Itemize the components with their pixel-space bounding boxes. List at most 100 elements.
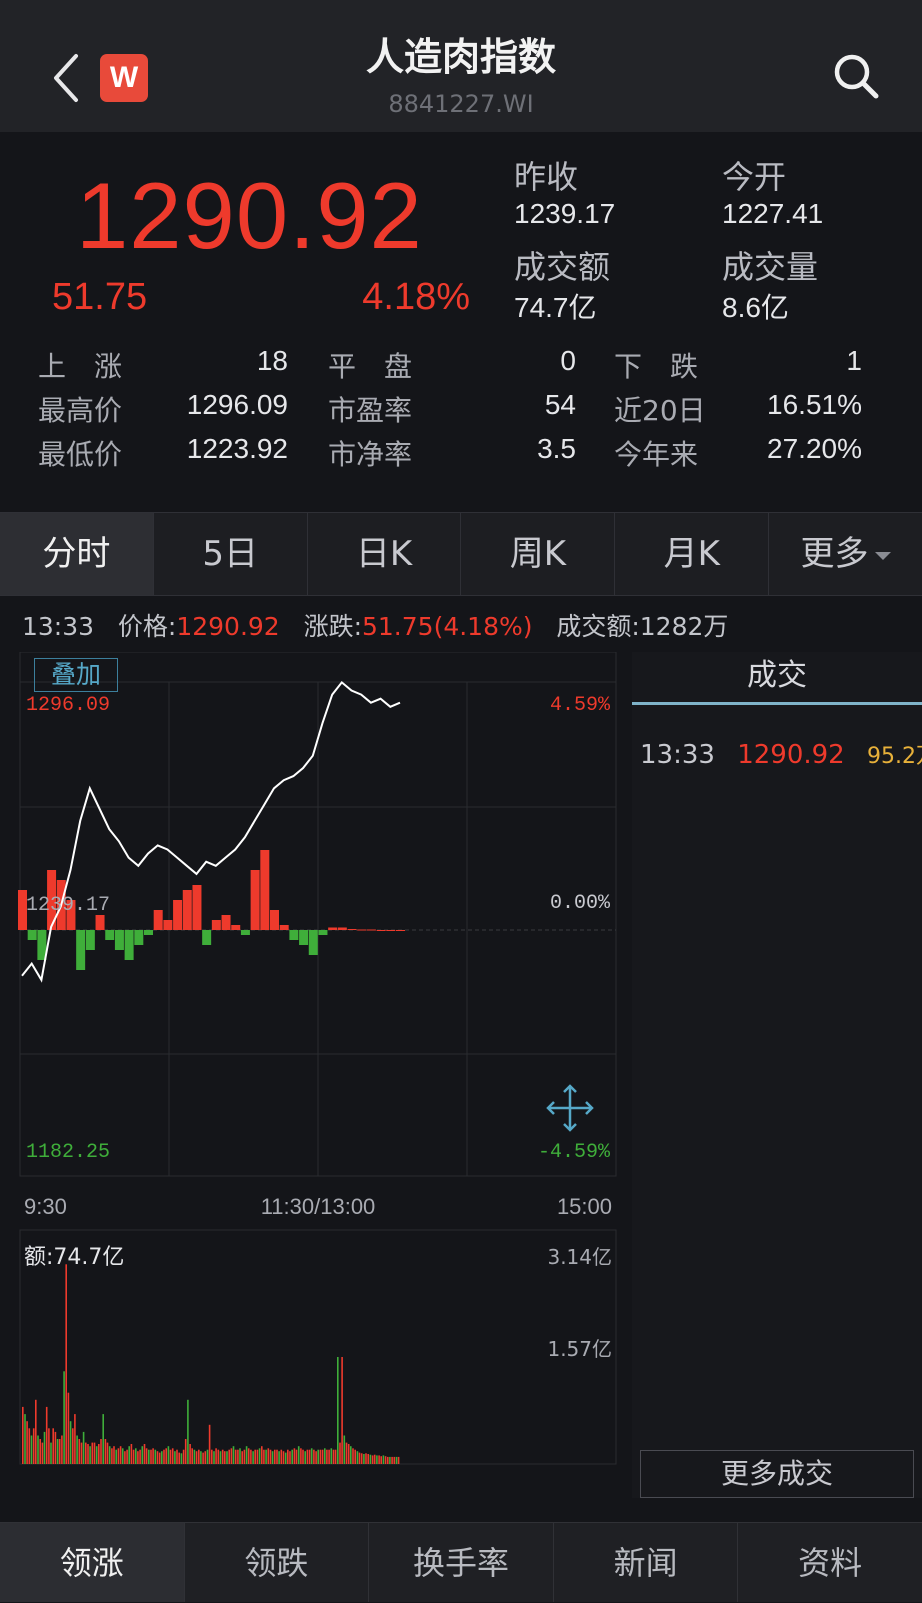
volume-bar bbox=[108, 1446, 111, 1464]
position-bar bbox=[240, 930, 250, 935]
volume-bar bbox=[326, 1449, 328, 1464]
volume-bar bbox=[65, 1264, 67, 1464]
volume-bar bbox=[387, 1456, 389, 1464]
overlay-button[interactable]: 叠加 bbox=[34, 658, 118, 692]
tab-more-label: 更多 bbox=[800, 534, 869, 574]
tab-monthly-k[interactable]: 月K bbox=[615, 513, 770, 595]
last-price: 1290.92 bbox=[76, 163, 423, 268]
volume-bar bbox=[224, 1451, 226, 1464]
tab-weekly-k[interactable]: 周K bbox=[461, 513, 616, 595]
tab-intraday[interactable]: 分时 bbox=[0, 513, 154, 595]
stat-value: 54 bbox=[544, 389, 576, 420]
tab-turnover[interactable]: 换手率 bbox=[369, 1523, 554, 1602]
trades-tab-underline bbox=[632, 702, 922, 705]
position-bar bbox=[366, 929, 376, 931]
pct-mid-label: 0.00% bbox=[550, 892, 611, 915]
tab-daily-k[interactable]: 日K bbox=[308, 513, 462, 595]
volume-bar bbox=[365, 1453, 367, 1464]
volume-bar bbox=[234, 1449, 237, 1464]
position-bar bbox=[202, 930, 212, 945]
price-high-label: 1296.09 bbox=[26, 694, 110, 717]
volume-bar bbox=[280, 1449, 283, 1464]
trade-volume: 95.2万 bbox=[867, 744, 922, 769]
price-change: 51.75 bbox=[52, 276, 148, 318]
volume-bar bbox=[317, 1449, 319, 1464]
volume-bar bbox=[82, 1431, 85, 1464]
volume-mid-label: 1.57亿 bbox=[547, 1337, 612, 1361]
fullscreen-expand-icon[interactable] bbox=[546, 1084, 594, 1132]
info-change-label: 涨跌: bbox=[303, 612, 362, 641]
volume-bar bbox=[328, 1449, 330, 1464]
volume-bar bbox=[32, 1428, 35, 1464]
volume-bar bbox=[221, 1449, 224, 1464]
volume-bar bbox=[247, 1448, 250, 1464]
volume-bar bbox=[256, 1449, 259, 1464]
volume-label: 成交量 bbox=[722, 248, 819, 286]
volume-value: 8.6亿 bbox=[722, 292, 789, 323]
volume-bar bbox=[347, 1444, 350, 1464]
volume-bar bbox=[263, 1449, 265, 1464]
volume-bar bbox=[219, 1451, 222, 1464]
volume-bar bbox=[230, 1448, 233, 1464]
trades-panel-title[interactable]: 成交 bbox=[632, 652, 922, 700]
volume-bar bbox=[24, 1414, 26, 1464]
volume-bar bbox=[389, 1456, 391, 1464]
volume-bar bbox=[117, 1448, 120, 1464]
volume-bar bbox=[330, 1448, 333, 1464]
stat-label: 最低价 bbox=[38, 438, 123, 471]
position-bar bbox=[114, 930, 124, 950]
trade-time: 13:33 bbox=[640, 740, 715, 770]
volume-bar bbox=[35, 1399, 37, 1464]
volume-bar bbox=[135, 1448, 137, 1464]
quote-panel: 1290.92 51.75 4.18% 昨收 1239.17 今开 1227.4… bbox=[0, 132, 922, 512]
prev-close-label: 昨收 bbox=[514, 158, 579, 196]
volume-bar bbox=[174, 1451, 176, 1464]
tab-top-gainers[interactable]: 领涨 bbox=[0, 1523, 185, 1602]
volume-bar bbox=[321, 1449, 324, 1464]
volume-bar bbox=[28, 1428, 31, 1464]
volume-bar bbox=[350, 1446, 352, 1464]
info-price: 1290.92 bbox=[176, 612, 280, 641]
intraday-chart[interactable]: 1296.09 1239.17 1182.25 4.59% 0.00% -4.5… bbox=[0, 652, 630, 1498]
trade-price: 1290.92 bbox=[737, 740, 845, 770]
volume-bar bbox=[261, 1446, 263, 1464]
stat-label: 市盈率 bbox=[328, 394, 413, 427]
volume-bar bbox=[143, 1444, 146, 1464]
volume-bar bbox=[206, 1449, 209, 1464]
position-bar bbox=[231, 925, 241, 930]
info-price-label: 价格: bbox=[117, 612, 177, 641]
tab-news[interactable]: 新闻 bbox=[554, 1523, 739, 1602]
volume-bar bbox=[382, 1455, 385, 1464]
info-amount-label: 成交额: bbox=[556, 612, 640, 641]
bottom-tab-bar: 领涨 领跌 换手率 新闻 资料 bbox=[0, 1522, 922, 1602]
volume-bar bbox=[69, 1421, 72, 1464]
tab-more[interactable]: 更多 bbox=[769, 513, 922, 595]
price-change-pct: 4.18% bbox=[362, 276, 470, 318]
position-bar bbox=[173, 900, 183, 930]
volume-bar bbox=[169, 1449, 172, 1464]
volume-bar bbox=[176, 1449, 178, 1464]
position-bar bbox=[289, 930, 299, 940]
volume-bar bbox=[187, 1399, 189, 1464]
open-value: 1227.41 bbox=[722, 198, 824, 229]
volume-bar bbox=[37, 1435, 39, 1464]
tab-5day[interactable]: 5日 bbox=[154, 513, 308, 595]
volume-bar bbox=[363, 1454, 365, 1464]
stat-label: 最高价 bbox=[38, 394, 123, 427]
volume-bar bbox=[89, 1446, 91, 1464]
search-icon[interactable] bbox=[832, 52, 880, 100]
volume-bar bbox=[67, 1392, 70, 1464]
volume-bar bbox=[45, 1406, 48, 1464]
volume-bar bbox=[195, 1451, 198, 1464]
price-mid-label: 1239.17 bbox=[26, 894, 110, 917]
tab-top-losers[interactable]: 领跌 bbox=[185, 1523, 370, 1602]
tab-profile[interactable]: 资料 bbox=[738, 1523, 922, 1602]
volume-bar bbox=[76, 1435, 78, 1464]
amount-value: 74.7亿 bbox=[514, 292, 597, 323]
more-trades-button[interactable]: 更多成交 bbox=[640, 1450, 914, 1498]
volume-bar bbox=[119, 1446, 122, 1464]
volume-bars bbox=[22, 1264, 400, 1464]
header-bar: W 人造肉指数 8841227.WI bbox=[0, 0, 922, 132]
volume-bar bbox=[191, 1448, 193, 1464]
position-bar bbox=[308, 930, 318, 955]
